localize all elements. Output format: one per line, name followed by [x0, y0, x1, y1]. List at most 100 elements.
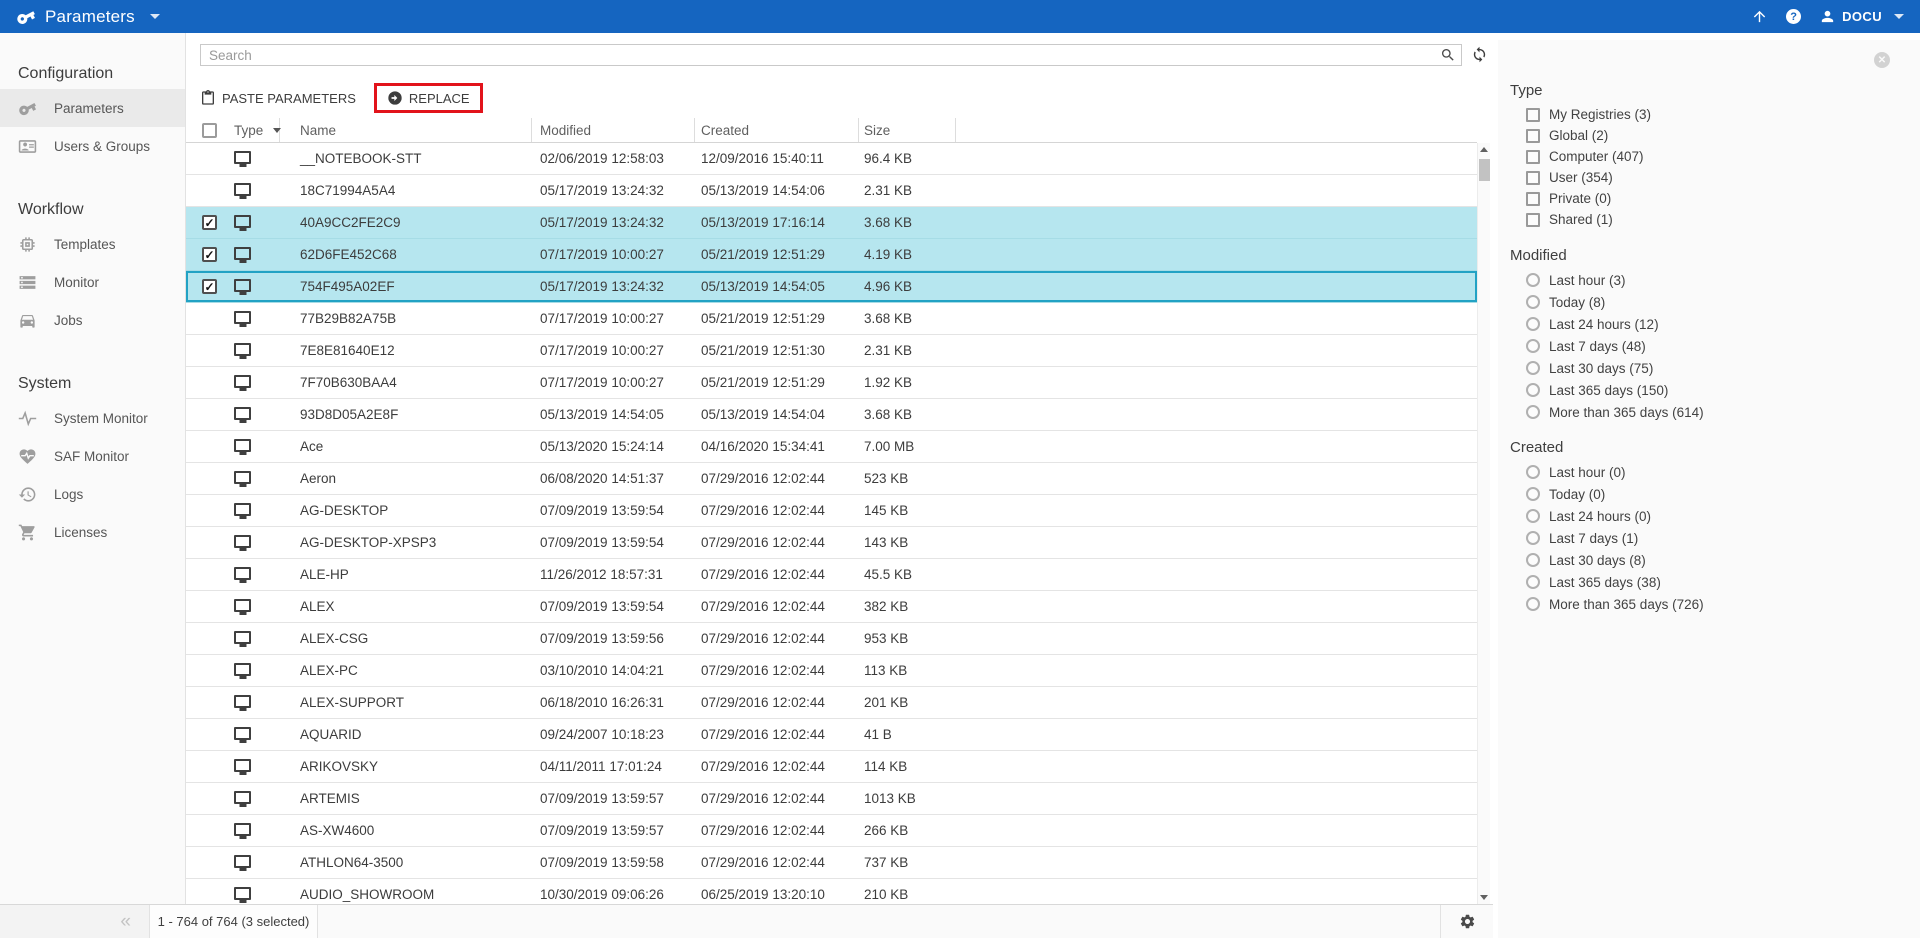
- table-settings-button[interactable]: [1440, 905, 1493, 938]
- sidebar-item-users-groups[interactable]: Users & Groups: [0, 127, 185, 165]
- filter-option[interactable]: Last 7 days (1): [1510, 527, 1920, 549]
- table-row[interactable]: ARTEMIS 07/09/2019 13:59:57 07/29/2016 1…: [186, 783, 1477, 815]
- scrollbar-thumb[interactable]: [1479, 159, 1490, 181]
- column-header-type[interactable]: Type: [234, 123, 263, 138]
- sidebar-item-logs[interactable]: Logs: [0, 475, 185, 513]
- table-row[interactable]: AS-XW4600 07/09/2019 13:59:57 07/29/2016…: [186, 815, 1477, 847]
- table-row[interactable]: 7F70B630BAA4 07/17/2019 10:00:27 05/21/2…: [186, 367, 1477, 399]
- table-row[interactable]: ATHLON64-3500 07/09/2019 13:59:58 07/29/…: [186, 847, 1477, 879]
- filter-option[interactable]: Last 365 days (38): [1510, 571, 1920, 593]
- checkbox-icon[interactable]: [1526, 213, 1540, 227]
- row-created: 07/29/2016 12:02:44: [695, 495, 859, 526]
- filter-option[interactable]: Computer (407): [1510, 146, 1920, 167]
- refresh-button[interactable]: [1471, 46, 1489, 64]
- select-all-checkbox[interactable]: [202, 123, 217, 138]
- filter-option[interactable]: Shared (1): [1510, 209, 1920, 230]
- search-input[interactable]: [200, 44, 1462, 66]
- filter-option[interactable]: My Registries (3): [1510, 104, 1920, 125]
- filter-option[interactable]: Last 30 days (75): [1510, 357, 1920, 379]
- table-row[interactable]: AG-DESKTOP-XPSP3 07/09/2019 13:59:54 07/…: [186, 527, 1477, 559]
- radio-icon[interactable]: [1526, 553, 1540, 567]
- column-header-name[interactable]: Name: [280, 118, 532, 142]
- paste-parameters-button[interactable]: PASTE PARAMETERS: [196, 86, 360, 110]
- filter-option[interactable]: User (354): [1510, 167, 1920, 188]
- table-row[interactable]: 7E8E81640E12 07/17/2019 10:00:27 05/21/2…: [186, 335, 1477, 367]
- table-row[interactable]: AG-DESKTOP 07/09/2019 13:59:54 07/29/201…: [186, 495, 1477, 527]
- table-row[interactable]: ALEX-SUPPORT 06/18/2010 16:26:31 07/29/2…: [186, 687, 1477, 719]
- column-header-size[interactable]: Size: [859, 118, 956, 142]
- column-header-created[interactable]: Created: [695, 118, 859, 142]
- radio-icon[interactable]: [1526, 465, 1540, 479]
- row-checkbox[interactable]: [202, 215, 217, 230]
- checkbox-icon[interactable]: [1526, 192, 1540, 206]
- filter-option[interactable]: Last 30 days (8): [1510, 549, 1920, 571]
- help-button[interactable]: ?: [1786, 9, 1801, 24]
- radio-icon[interactable]: [1526, 487, 1540, 501]
- user-menu[interactable]: DOCU: [1819, 8, 1904, 25]
- scroll-down-icon[interactable]: [1480, 895, 1488, 900]
- filter-option[interactable]: Last 365 days (150): [1510, 379, 1920, 401]
- sidebar-item-parameters[interactable]: Parameters: [0, 89, 185, 127]
- sidebar-item-monitor[interactable]: Monitor: [0, 263, 185, 301]
- table-row[interactable]: 18C71994A5A4 05/17/2019 13:24:32 05/13/2…: [186, 175, 1477, 207]
- sidebar-item-licenses[interactable]: Licenses: [0, 513, 185, 551]
- table-row[interactable]: 62D6FE452C68 07/17/2019 10:00:27 05/21/2…: [186, 239, 1477, 271]
- table-row[interactable]: AUDIO_SHOWROOM 10/30/2019 09:06:26 06/25…: [186, 879, 1477, 904]
- sidebar-item-templates[interactable]: Templates: [0, 225, 185, 263]
- scroll-up-icon[interactable]: [1480, 147, 1488, 152]
- replace-button[interactable]: REPLACE: [383, 86, 474, 110]
- table-row[interactable]: 40A9CC2FE2C9 05/17/2019 13:24:32 05/13/2…: [186, 207, 1477, 239]
- filter-option[interactable]: Global (2): [1510, 125, 1920, 146]
- radio-icon[interactable]: [1526, 531, 1540, 545]
- filter-option[interactable]: Last 24 hours (0): [1510, 505, 1920, 527]
- table-scrollbar[interactable]: [1477, 143, 1490, 904]
- radio-icon[interactable]: [1526, 317, 1540, 331]
- filter-option[interactable]: More than 365 days (726): [1510, 593, 1920, 615]
- checkbox-icon[interactable]: [1526, 129, 1540, 143]
- radio-icon[interactable]: [1526, 597, 1540, 611]
- row-checkbox[interactable]: [202, 279, 217, 294]
- table-row[interactable]: ALEX-PC 03/10/2010 14:04:21 07/29/2016 1…: [186, 655, 1477, 687]
- checkbox-icon[interactable]: [1526, 171, 1540, 185]
- radio-icon[interactable]: [1526, 339, 1540, 353]
- table-row[interactable]: ALEX 07/09/2019 13:59:54 07/29/2016 12:0…: [186, 591, 1477, 623]
- filter-option[interactable]: Last 7 days (48): [1510, 335, 1920, 357]
- radio-icon[interactable]: [1526, 575, 1540, 589]
- table-row[interactable]: ARIKOVSKY 04/11/2011 17:01:24 07/29/2016…: [186, 751, 1477, 783]
- table-row[interactable]: __NOTEBOOK-STT 02/06/2019 12:58:03 12/09…: [186, 143, 1477, 175]
- radio-icon[interactable]: [1526, 295, 1540, 309]
- checkbox-icon[interactable]: [1526, 108, 1540, 122]
- upload-button[interactable]: [1751, 8, 1768, 25]
- close-icon[interactable]: ✕: [1874, 52, 1890, 68]
- filter-option[interactable]: Last 24 hours (12): [1510, 313, 1920, 335]
- radio-icon[interactable]: [1526, 509, 1540, 523]
- radio-icon[interactable]: [1526, 273, 1540, 287]
- radio-icon[interactable]: [1526, 361, 1540, 375]
- table-row[interactable]: 77B29B82A75B 07/17/2019 10:00:27 05/21/2…: [186, 303, 1477, 335]
- checkbox-icon[interactable]: [1526, 150, 1540, 164]
- computer-icon: [234, 663, 251, 676]
- table-row[interactable]: Ace 05/13/2020 15:24:14 04/16/2020 15:34…: [186, 431, 1477, 463]
- row-checkbox[interactable]: [202, 247, 217, 262]
- table-row[interactable]: AQUARID 09/24/2007 10:18:23 07/29/2016 1…: [186, 719, 1477, 751]
- table-row[interactable]: ALE-HP 11/26/2012 18:57:31 07/29/2016 12…: [186, 559, 1477, 591]
- radio-icon[interactable]: [1526, 405, 1540, 419]
- filter-option[interactable]: More than 365 days (614): [1510, 401, 1920, 423]
- radio-icon[interactable]: [1526, 383, 1540, 397]
- table-row[interactable]: 754F495A02EF 05/17/2019 13:24:32 05/13/2…: [186, 271, 1477, 303]
- sidebar-item-system-monitor[interactable]: System Monitor: [0, 399, 185, 437]
- filter-option[interactable]: Today (0): [1510, 483, 1920, 505]
- table-row[interactable]: 93D8D05A2E8F 05/13/2019 14:54:05 05/13/2…: [186, 399, 1477, 431]
- sidebar-item-jobs[interactable]: Jobs: [0, 301, 185, 339]
- filter-option[interactable]: Private (0): [1510, 188, 1920, 209]
- column-header-modified[interactable]: Modified: [532, 118, 695, 142]
- filter-option[interactable]: Today (8): [1510, 291, 1920, 313]
- app-menu-button[interactable]: Parameters: [16, 7, 160, 27]
- filter-option[interactable]: Last hour (3): [1510, 269, 1920, 291]
- sidebar-collapse-button[interactable]: «: [0, 905, 150, 938]
- table-row[interactable]: ALEX-CSG 07/09/2019 13:59:56 07/29/2016 …: [186, 623, 1477, 655]
- search-button[interactable]: [1438, 46, 1458, 64]
- sidebar-item-saf-monitor[interactable]: SAF Monitor: [0, 437, 185, 475]
- filter-option[interactable]: Last hour (0): [1510, 461, 1920, 483]
- table-row[interactable]: Aeron 06/08/2020 14:51:37 07/29/2016 12:…: [186, 463, 1477, 495]
